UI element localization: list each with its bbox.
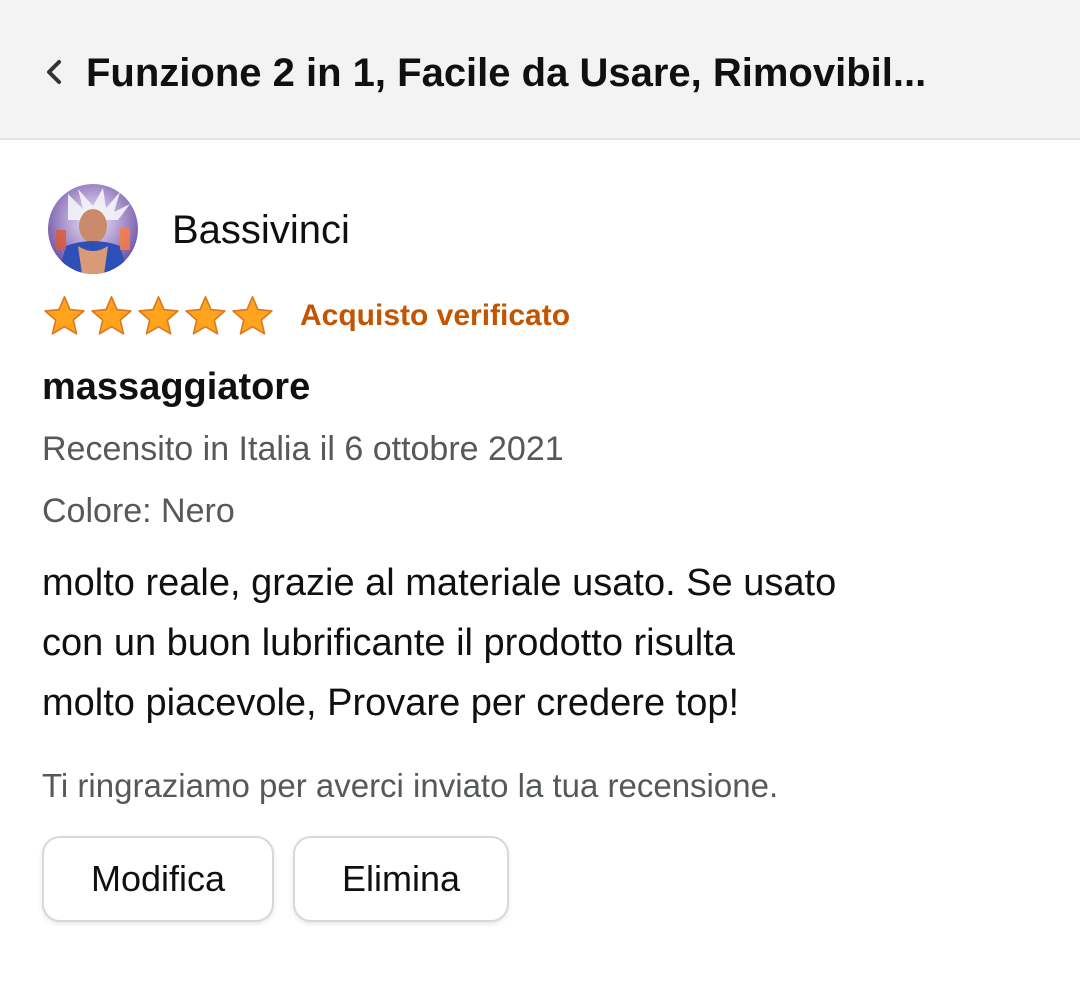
avatar[interactable]	[48, 184, 138, 274]
star-icon	[232, 296, 273, 335]
chevron-left-icon	[47, 60, 61, 84]
review-variant: Colore: Nero	[42, 492, 235, 530]
product-title[interactable]: Funzione 2 in 1, Facile da Usare, Rimovi…	[86, 48, 1036, 98]
review-date: Recensito in Italia il 6 ottobre 2021	[42, 430, 564, 468]
review-body: molto reale, grazie al materiale usato. …	[42, 553, 1042, 733]
star-icon	[138, 296, 179, 335]
review-body-line: molto reale, grazie al materiale usato. …	[42, 562, 837, 604]
verified-purchase-badge: Acquisto verificato	[300, 299, 571, 332]
top-bar: Funzione 2 in 1, Facile da Usare, Rimovi…	[0, 0, 1080, 140]
review-body-line: con un buon lubrificante il prodotto ris…	[42, 622, 735, 664]
reviewer-name[interactable]: Bassivinci	[172, 205, 350, 255]
thanks-message: Ti ringraziamo per averci inviato la tua…	[42, 767, 779, 804]
review-title: massaggiatore	[42, 366, 311, 408]
star-icon	[185, 296, 226, 335]
back-button[interactable]	[36, 52, 72, 92]
review-body-line: molto piacevole, Provare per credere top…	[42, 682, 740, 724]
delete-button[interactable]: Elimina	[293, 836, 509, 922]
star-rating	[42, 292, 275, 340]
star-icon	[91, 296, 132, 335]
star-icon	[44, 296, 85, 335]
edit-button[interactable]: Modifica	[42, 836, 274, 922]
